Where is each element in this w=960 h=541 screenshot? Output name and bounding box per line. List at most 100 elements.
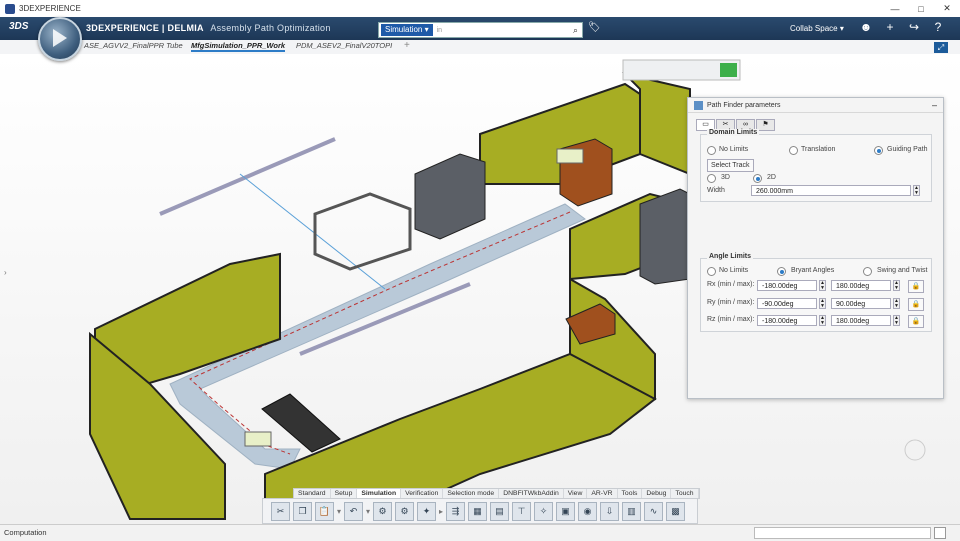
translation-radio[interactable] (789, 146, 798, 155)
add-icon[interactable]: + (882, 20, 898, 34)
share-icon[interactable]: ↪ (906, 20, 922, 34)
status-toggle-icon[interactable] (934, 527, 946, 539)
action-tab-touch[interactable]: Touch (671, 489, 699, 498)
ry-min-field[interactable]: -90.00deg (757, 298, 817, 309)
simulation-setup-icon[interactable]: ✦ (417, 501, 436, 521)
rx-min-field[interactable]: -180.00deg (757, 280, 817, 291)
simulation-robot-icon[interactable]: ⚙ (373, 501, 392, 521)
rz-min-spinner[interactable]: ▲ ▼ (819, 315, 826, 326)
machine-right (639, 188, 691, 285)
swing-twist-radio[interactable] (863, 267, 872, 276)
action-tab-tools[interactable]: Tools (618, 489, 643, 498)
help-icon[interactable]: ? (930, 20, 946, 34)
dropdown-arrow-icon[interactable]: ▾ (337, 507, 341, 516)
action-tab-view[interactable]: View (564, 489, 588, 498)
rx-max-field[interactable]: 180.00deg (831, 280, 891, 291)
ry-min-spinner[interactable]: ▲ ▼ (819, 298, 826, 309)
action-tab-dnbfitwkbaddin[interactable]: DNBFITWkbAddin (499, 489, 564, 498)
rz-max-field[interactable]: 180.00deg (831, 315, 891, 326)
ry-max-field[interactable]: 90.00deg (831, 298, 891, 309)
guiding-path-label: Guiding Path (887, 146, 928, 153)
measure-icon[interactable]: ⊤ (512, 501, 531, 521)
angle-no-limits-radio[interactable] (707, 267, 716, 276)
analysis-icon[interactable]: ▤ (490, 501, 509, 521)
paste-icon[interactable]: 📋 (315, 501, 334, 521)
close-button[interactable]: ✕ (934, 0, 960, 17)
tab-pdm-asev2[interactable]: PDM_ASEV2_FinalV20TOPI (296, 41, 392, 50)
top-right-icons: ☻ + ↪ ? (858, 20, 946, 34)
simulation-run-icon[interactable]: ⚙ (395, 501, 414, 521)
rz-lock-icon[interactable]: 🔒 (908, 315, 924, 328)
search-icon[interactable]: ⌕ (573, 25, 578, 36)
action-tab-standard[interactable]: Standard (294, 489, 331, 498)
validate-check-icon[interactable] (720, 63, 737, 77)
width-field[interactable]: 260.000mm (751, 185, 911, 196)
rz-min-field[interactable]: -180.00deg (757, 315, 817, 326)
search-scope-dropdown[interactable]: Simulation ▾ (381, 24, 433, 36)
select-track-button[interactable]: Select Track (707, 159, 754, 172)
tab-ase-agv[interactable]: ASE_AGVV2_FinalPPR Tube (84, 41, 183, 50)
rx-max-spinner[interactable]: ▲ ▼ (893, 280, 900, 291)
tab-mfg-simulation[interactable]: MfgSimulation_PPR_Work (191, 41, 286, 52)
command-input[interactable] (754, 527, 931, 539)
collab-space-label: Collab Space (790, 24, 838, 33)
panel-header: Path Finder parameters – (688, 98, 943, 113)
undo-dropdown-icon[interactable]: ▾ (366, 507, 370, 516)
minimize-panel-icon[interactable]: – (932, 100, 937, 110)
rack-frame (313, 192, 412, 271)
action-tab-debug[interactable]: Debug (642, 489, 672, 498)
table-icon[interactable]: ▥ (622, 501, 641, 521)
action-tab-setup[interactable]: Setup (331, 489, 358, 498)
ry-lock-icon[interactable]: 🔒 (908, 298, 924, 311)
collab-space-dropdown[interactable]: Collab Space ▾ (790, 24, 844, 33)
bryant-angles-radio[interactable] (777, 267, 786, 276)
2d-radio[interactable] (753, 174, 762, 183)
left-panel-toggle-icon[interactable]: › (4, 268, 7, 277)
maximize-button[interactable]: □ (908, 0, 934, 17)
minimize-button[interactable]: — (882, 0, 908, 17)
clash-icon[interactable]: ▦ (468, 501, 487, 521)
search-bar[interactable]: Simulation ▾ in ⌕ (378, 22, 583, 38)
status-bar: Computation (0, 524, 960, 541)
save-state-icon[interactable]: ▣ (556, 501, 575, 521)
machine-left (414, 153, 486, 240)
action-tab-selection-mode[interactable]: Selection mode (443, 489, 500, 498)
more-icon[interactable]: ▸ (439, 507, 443, 516)
app-icon (5, 3, 15, 14)
action-tab-ar-vr[interactable]: AR-VR (587, 489, 618, 498)
action-tab-verification[interactable]: Verification (401, 489, 444, 498)
end-flag-icon (244, 431, 272, 447)
ry-max-spinner[interactable]: ▲ ▼ (893, 298, 900, 309)
search-scope-label: Simulation (385, 25, 423, 34)
expand-icon[interactable]: ⤢ (934, 42, 948, 53)
swing-twist-label: Swing and Twist (877, 267, 928, 274)
rz-max-spinner[interactable]: ▲ ▼ (893, 315, 900, 326)
sweep-icon[interactable]: ✧ (534, 501, 553, 521)
guiding-path-radio[interactable] (874, 146, 883, 155)
action-tab-simulation[interactable]: Simulation (357, 489, 402, 498)
search-input[interactable]: in (437, 27, 573, 34)
width-spinner[interactable]: ▲ ▼ (913, 185, 920, 196)
add-tab-icon[interactable]: + (404, 40, 410, 51)
rx-min-spinner[interactable]: ▲ ▼ (819, 280, 826, 291)
view-compass-icon[interactable] (904, 439, 926, 461)
rx-lock-icon[interactable]: 🔒 (908, 280, 924, 293)
path-finder-tool-icon[interactable]: ⇶ (446, 501, 465, 521)
undo-icon[interactable]: ↶ (344, 501, 363, 521)
compass-play-icon[interactable] (38, 17, 82, 61)
width-label: Width (707, 187, 725, 194)
3d-radio[interactable] (707, 174, 716, 183)
no-limits-radio[interactable] (707, 146, 716, 155)
user-icon[interactable]: ☻ (858, 20, 874, 34)
report-icon[interactable]: ▩ (666, 501, 685, 521)
record-icon[interactable]: ◉ (578, 501, 597, 521)
panel-title: Path Finder parameters (707, 101, 781, 109)
export-icon[interactable]: ⇩ (600, 501, 619, 521)
graph-icon[interactable]: ∿ (644, 501, 663, 521)
cut-icon[interactable]: ✂ (271, 501, 290, 521)
copy-icon[interactable]: ❐ (293, 501, 312, 521)
window-controls: — □ ✕ (882, 0, 960, 17)
bryant-angles-label: Bryant Angles (791, 267, 835, 274)
tag-icon[interactable]: 🏷 (588, 22, 601, 33)
start-flag-icon (556, 148, 584, 164)
